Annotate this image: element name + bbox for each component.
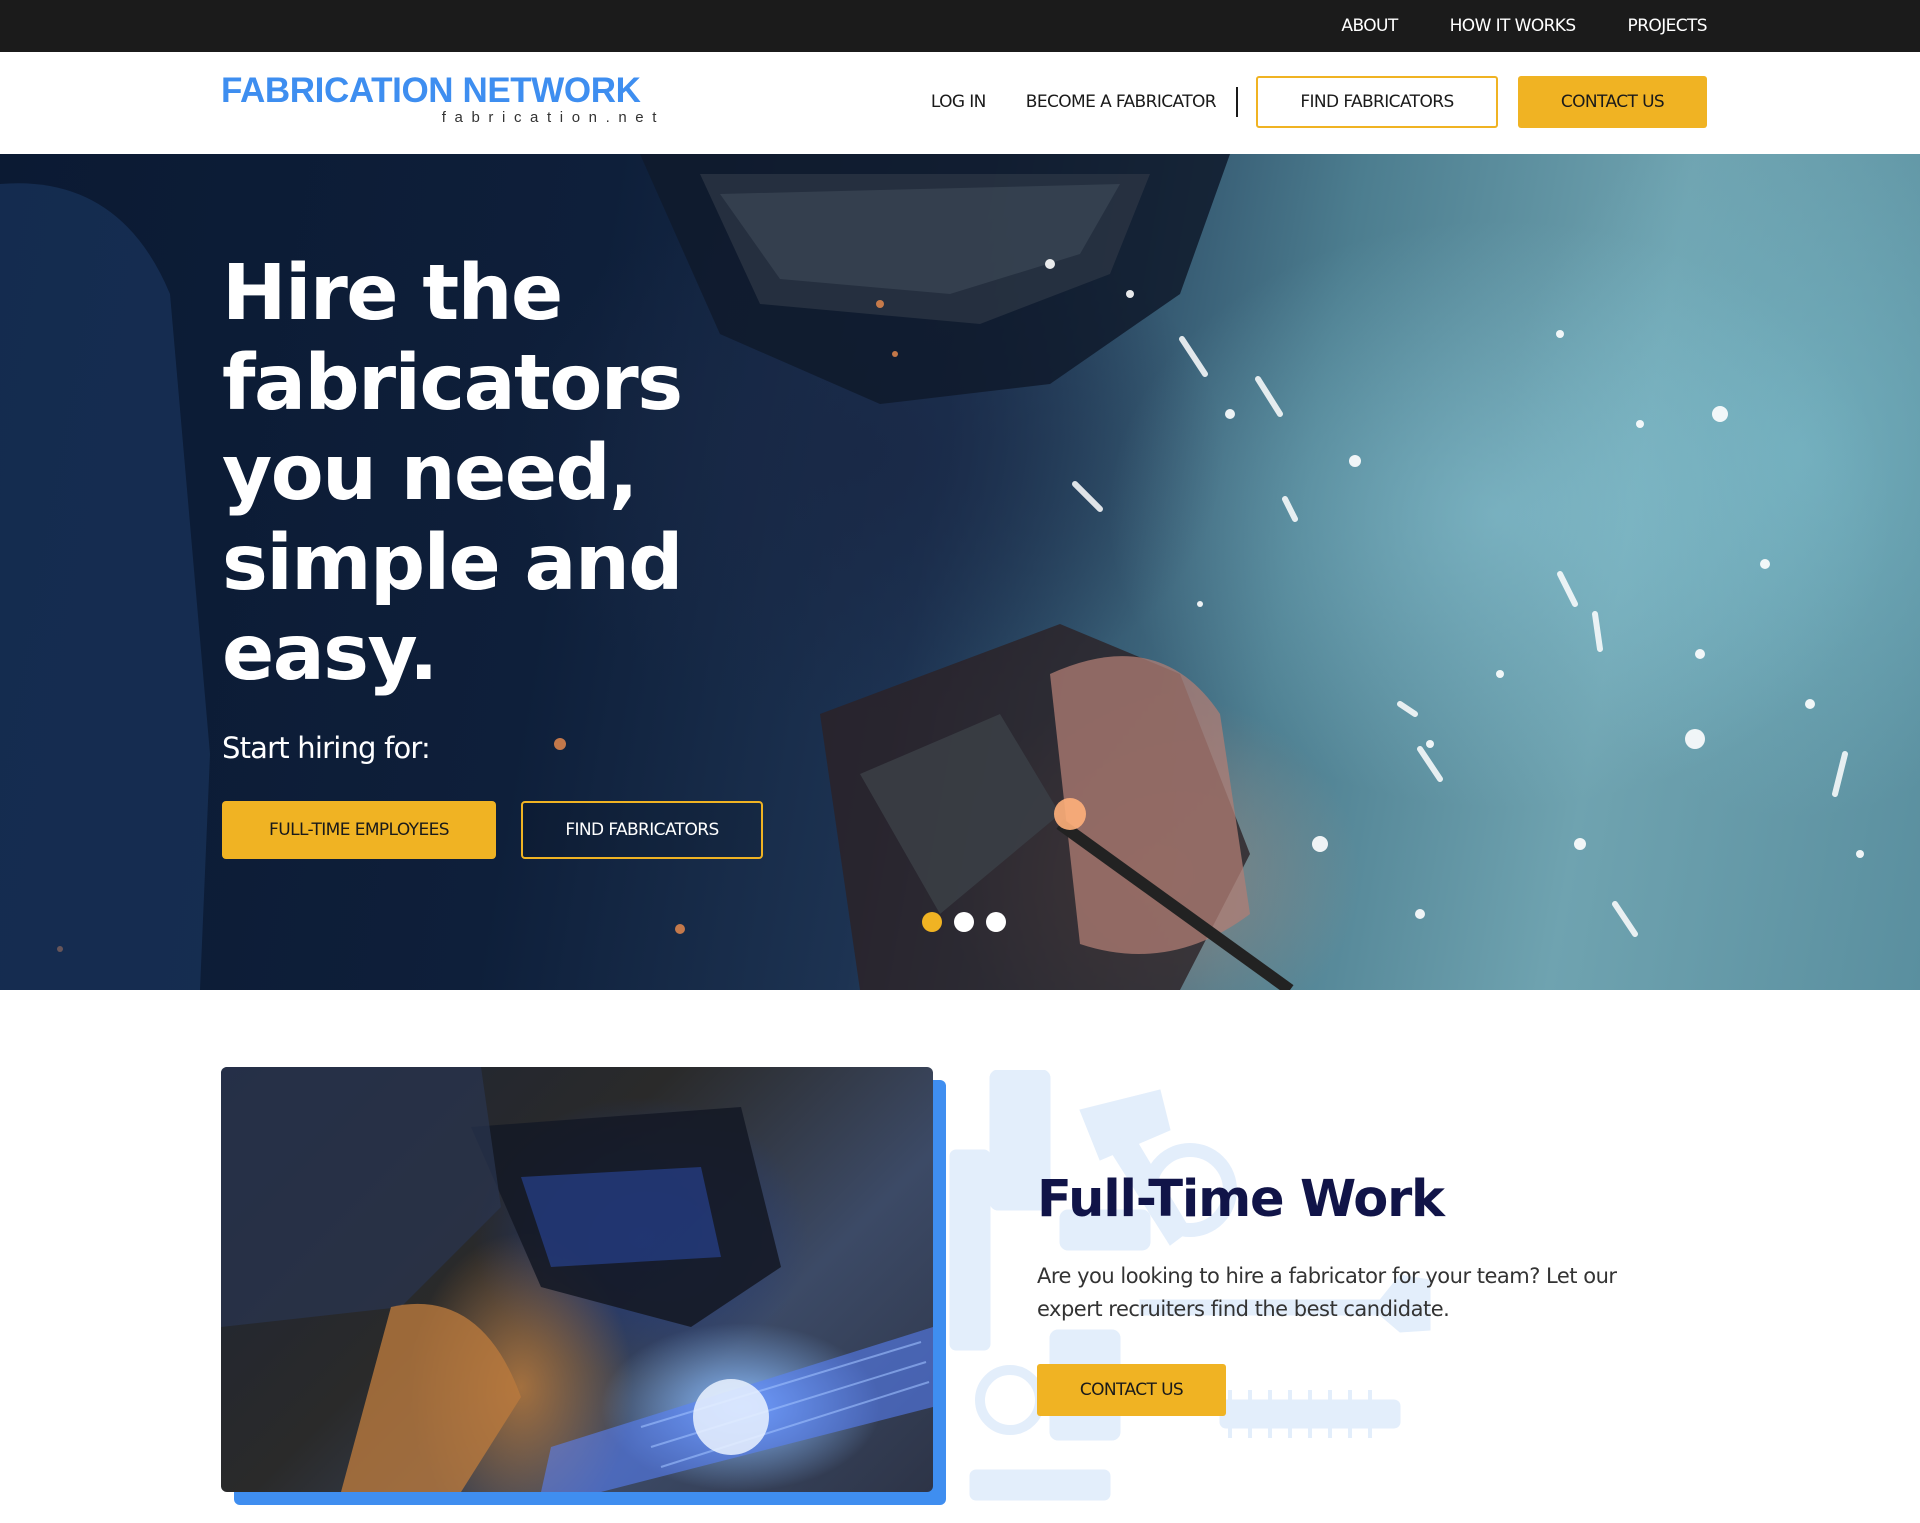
nav-how-it-works-link[interactable]: HOW IT WORKS bbox=[1450, 16, 1577, 36]
feature-description: Are you looking to hire a fabricator for… bbox=[1037, 1264, 1617, 1321]
main-nav: LOG IN BECOME A FABRICATOR FIND FABRICAT… bbox=[931, 76, 1707, 128]
carousel-dot-1[interactable] bbox=[922, 912, 942, 932]
hero-subtitle: Start hiring for: bbox=[222, 731, 431, 765]
contact-us-button[interactable]: CONTACT US bbox=[1518, 76, 1707, 128]
site-logo[interactable]: FABRICATION NETWORK fabrication.net bbox=[221, 72, 667, 132]
hero-banner: Hire the fabricators you need, simple an… bbox=[0, 154, 1920, 990]
carousel-dots bbox=[922, 912, 1006, 932]
login-link[interactable]: LOG IN bbox=[931, 92, 987, 112]
site-header: FABRICATION NETWORK fabrication.net LOG … bbox=[0, 52, 1920, 154]
feature-contact-us-button[interactable]: CONTACT US bbox=[1037, 1364, 1226, 1416]
logo-subtitle: fabrication.net bbox=[441, 109, 665, 126]
top-utility-nav: ABOUT HOW IT WORKS PROJECTS bbox=[1341, 0, 1707, 52]
nav-about-link[interactable]: ABOUT bbox=[1341, 16, 1398, 36]
feature-title: Full-Time Work bbox=[1037, 1170, 1445, 1229]
carousel-dot-3[interactable] bbox=[986, 912, 1006, 932]
full-time-work-section: Full-Time Work Are you looking to hire a… bbox=[0, 990, 1920, 1523]
carousel-dot-2[interactable] bbox=[954, 912, 974, 932]
nav-divider bbox=[1236, 87, 1238, 117]
hero-title: Hire the fabricators you need, simple an… bbox=[222, 249, 683, 698]
hero-find-fabricators-button[interactable]: FIND FABRICATORS bbox=[521, 801, 763, 859]
logo-title: FABRICATION NETWORK bbox=[221, 71, 641, 110]
welder-feature-image bbox=[221, 1067, 933, 1492]
become-fabricator-link[interactable]: BECOME A FABRICATOR bbox=[1026, 92, 1217, 112]
nav-projects-link[interactable]: PROJECTS bbox=[1628, 16, 1708, 36]
find-fabricators-button[interactable]: FIND FABRICATORS bbox=[1256, 76, 1498, 128]
top-utility-bar: ABOUT HOW IT WORKS PROJECTS bbox=[0, 0, 1920, 52]
full-time-employees-button[interactable]: FULL-TIME EMPLOYEES bbox=[222, 801, 496, 859]
